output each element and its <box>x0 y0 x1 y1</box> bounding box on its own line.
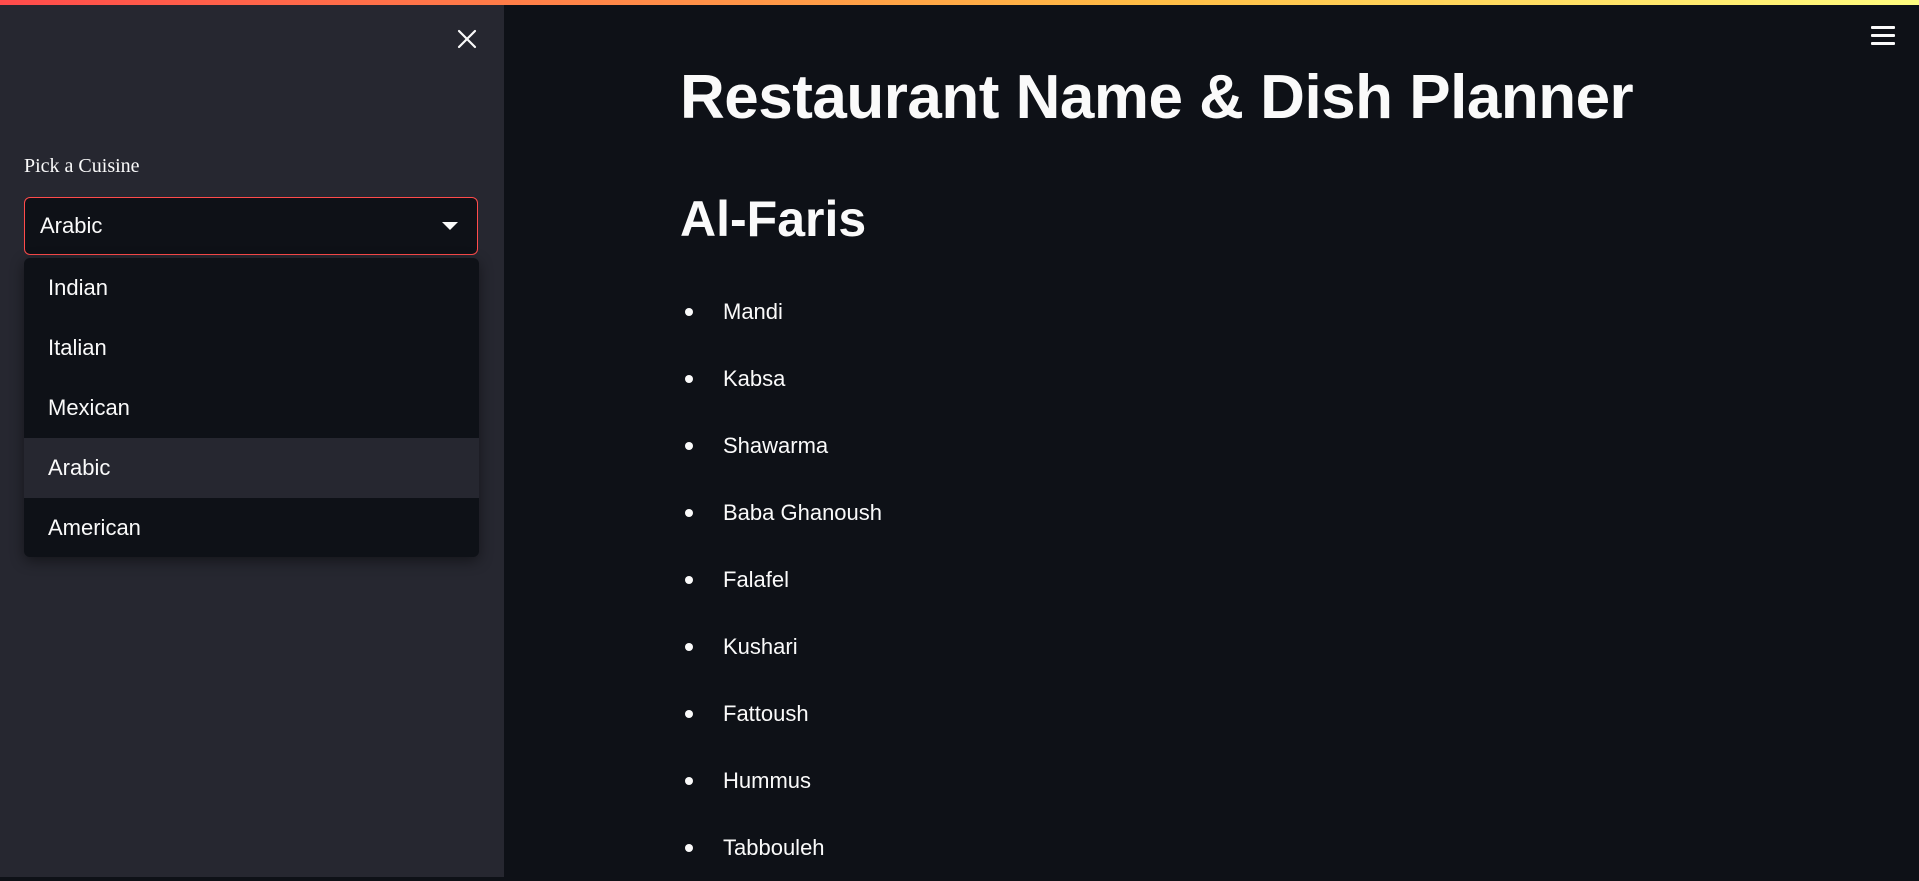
bullet-icon <box>685 709 693 718</box>
list-item: Kabsa <box>680 345 882 412</box>
dish-name: Baba Ghanoush <box>723 499 883 525</box>
list-item: Fattoush <box>680 680 882 747</box>
bullet-icon <box>685 307 693 316</box>
list-item: Mandi <box>680 278 882 345</box>
bullet-icon <box>685 374 693 383</box>
hamburger-menu-icon-bar <box>1871 42 1895 45</box>
restaurant-name: Al-Faris <box>680 191 867 247</box>
top-decoration-bar <box>0 0 1919 5</box>
list-item: Shawarma <box>680 412 882 479</box>
cuisine-option-mexican[interactable]: Mexican <box>24 378 479 438</box>
close-icon <box>457 29 477 54</box>
cuisine-option-italian[interactable]: Italian <box>24 318 479 378</box>
hamburger-menu-icon <box>1871 26 1895 29</box>
bullet-icon <box>685 508 693 517</box>
dish-list: Mandi Kabsa Shawarma Baba Ghanoush Falaf… <box>680 278 882 881</box>
dish-name: Fattoush <box>723 700 809 726</box>
list-item: Hummus <box>680 747 882 814</box>
list-item: Baba Ghanoush <box>680 479 882 546</box>
dish-name: Tabbouleh <box>723 834 825 860</box>
list-item: Kushari <box>680 613 882 680</box>
close-sidebar-button[interactable] <box>452 26 482 56</box>
cuisine-option-indian[interactable]: Indian <box>24 258 479 318</box>
list-item: Falafel <box>680 546 882 613</box>
bullet-icon <box>685 776 693 785</box>
bullet-icon <box>685 575 693 584</box>
page-title: Restaurant Name & Dish Planner <box>680 63 1634 132</box>
sidebar: Pick a Cuisine Arabic Indian Italian Mex… <box>0 0 504 877</box>
cuisine-label: Pick a Cuisine <box>24 155 140 177</box>
list-item: Tabbouleh <box>680 814 882 881</box>
dish-name: Kabsa <box>723 365 786 391</box>
cuisine-option-arabic[interactable]: Arabic <box>24 438 479 498</box>
dish-name: Kushari <box>723 633 798 659</box>
chevron-down-icon <box>442 222 458 230</box>
bullet-icon <box>685 441 693 450</box>
main-menu-button[interactable] <box>1868 26 1898 50</box>
dish-name: Hummus <box>723 767 812 793</box>
dish-name: Mandi <box>723 298 783 324</box>
bullet-icon <box>685 843 693 852</box>
hamburger-menu-icon-bar <box>1871 34 1895 37</box>
cuisine-option-american[interactable]: American <box>24 498 479 557</box>
cuisine-select-value: Arabic <box>40 213 103 238</box>
dish-name: Falafel <box>723 566 790 592</box>
cuisine-select[interactable]: Arabic <box>24 197 478 255</box>
cuisine-dropdown-menu: Indian Italian Mexican Arabic American <box>24 258 479 557</box>
bullet-icon <box>685 642 693 651</box>
dish-name: Shawarma <box>723 432 829 458</box>
